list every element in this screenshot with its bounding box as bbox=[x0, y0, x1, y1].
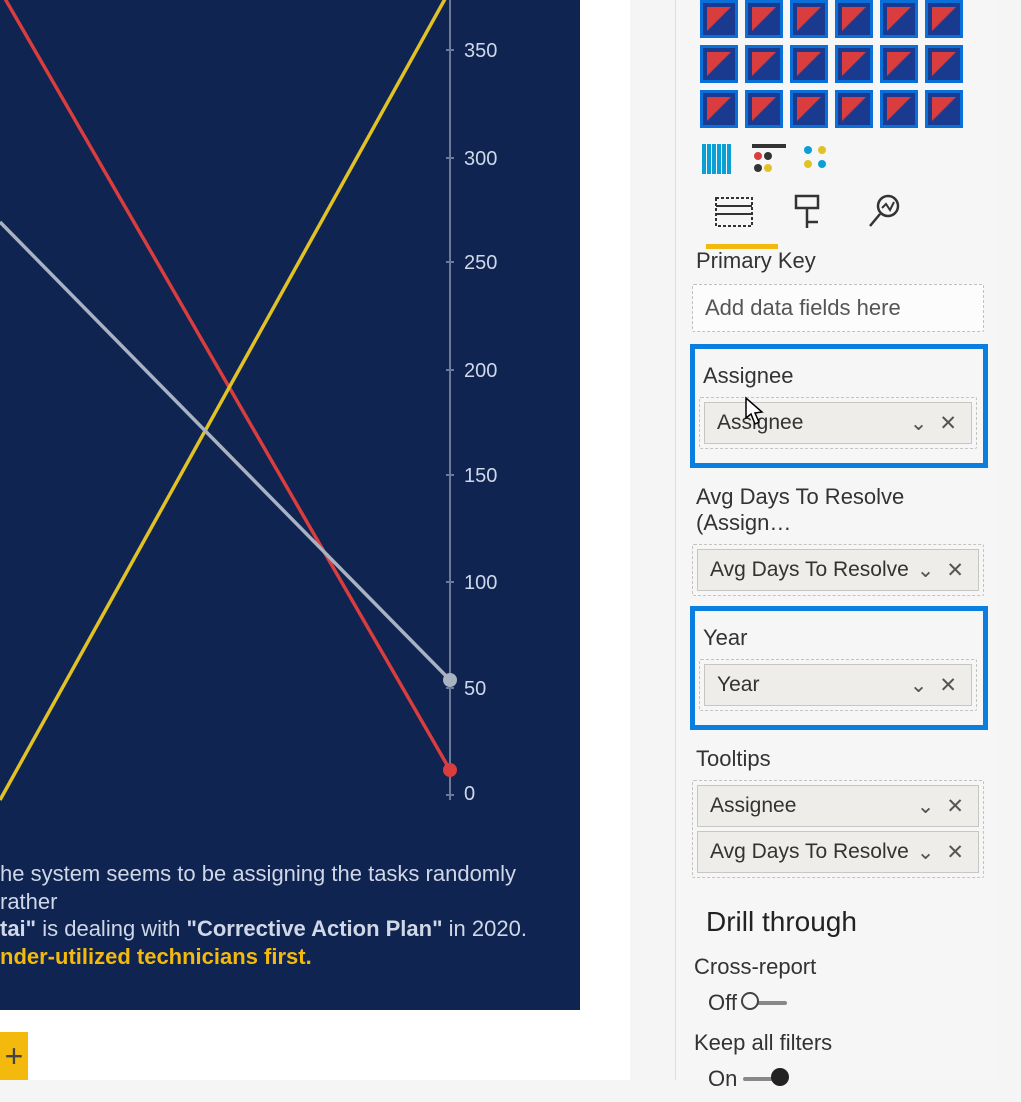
year-well-label: Year bbox=[699, 619, 979, 657]
matrix-icon[interactable] bbox=[752, 144, 786, 174]
visualizations-pane: Primary Key Add data fields here Assigne… bbox=[675, 0, 998, 1080]
chevron-down-icon[interactable]: ⌄ bbox=[911, 794, 941, 819]
field-value: Avg Days To Resolve bbox=[710, 558, 909, 582]
viz-tile[interactable] bbox=[790, 45, 828, 83]
chevron-down-icon[interactable]: ⌄ bbox=[904, 673, 934, 698]
avg-days-well-label: Avg Days To Resolve (Assign… bbox=[692, 478, 986, 542]
plus-icon: + bbox=[5, 1038, 24, 1075]
y-tick-label: 250 bbox=[464, 252, 497, 275]
active-tab-indicator bbox=[706, 244, 778, 249]
insight-line-3: nder-utilized technicians first. bbox=[0, 944, 312, 969]
report-canvas[interactable]: 350 300 250 200 150 100 50 0 he system s… bbox=[0, 0, 630, 1080]
viz-tile[interactable] bbox=[835, 45, 873, 83]
y-tick-label: 100 bbox=[464, 572, 497, 595]
viz-tile[interactable] bbox=[745, 90, 783, 128]
primary-key-dropzone[interactable]: Add data fields here bbox=[692, 284, 984, 332]
cross-report-toggle[interactable]: Off bbox=[694, 990, 986, 1016]
insight-line-2c: "Corrective Action Plan" bbox=[187, 916, 443, 941]
viz-tile[interactable] bbox=[700, 45, 738, 83]
toggle-state: On bbox=[708, 1066, 737, 1092]
visualization-type-grid bbox=[692, 0, 986, 138]
y-tick-label: 200 bbox=[464, 360, 497, 383]
viz-tile[interactable] bbox=[880, 90, 918, 128]
viz-tile[interactable] bbox=[880, 45, 918, 83]
viz-tile[interactable] bbox=[790, 90, 828, 128]
cross-report-label: Cross-report bbox=[694, 954, 986, 990]
field-value: Assignee bbox=[717, 411, 803, 435]
y-tick-label: 0 bbox=[464, 783, 475, 806]
y-tick-label: 350 bbox=[464, 40, 497, 63]
viz-tile[interactable] bbox=[745, 0, 783, 38]
tooltip-field-avgdays[interactable]: Avg Days To Resolve ⌄ ✕ bbox=[697, 831, 979, 873]
viz-tile[interactable] bbox=[880, 0, 918, 38]
keep-filters-toggle[interactable]: On bbox=[694, 1066, 986, 1092]
scatter-icon[interactable] bbox=[802, 144, 836, 174]
field-value: Year bbox=[717, 673, 759, 697]
chevron-down-icon[interactable]: ⌄ bbox=[904, 411, 934, 436]
insight-text: he system seems to be assigning the task… bbox=[0, 860, 580, 970]
field-value: Avg Days To Resolve bbox=[710, 840, 909, 864]
y-tick-label: 50 bbox=[464, 678, 486, 701]
year-well-highlight: Year Year ⌄ ✕ bbox=[690, 606, 988, 730]
add-page-button[interactable]: + bbox=[0, 1032, 28, 1080]
remove-field-icon[interactable]: ✕ bbox=[933, 673, 963, 698]
toggle-state: Off bbox=[708, 990, 737, 1016]
remove-field-icon[interactable]: ✕ bbox=[933, 411, 963, 436]
avg-days-field-well[interactable]: Avg Days To Resolve ⌄ ✕ bbox=[697, 549, 979, 591]
viz-tile[interactable] bbox=[835, 90, 873, 128]
y-tick-label: 300 bbox=[464, 148, 497, 171]
insight-line-2b: is dealing with bbox=[36, 916, 186, 941]
format-tab-icon[interactable] bbox=[788, 194, 828, 230]
viz-tile[interactable] bbox=[925, 90, 963, 128]
chevron-down-icon[interactable]: ⌄ bbox=[911, 840, 941, 865]
tooltips-well-label: Tooltips bbox=[692, 740, 986, 778]
remove-field-icon[interactable]: ✕ bbox=[940, 840, 970, 865]
year-field-well[interactable]: Year ⌄ ✕ bbox=[704, 664, 972, 706]
drill-through-header: Drill through bbox=[692, 888, 986, 950]
keep-filters-label: Keep all filters bbox=[694, 1030, 986, 1066]
insight-line-1: he system seems to be assigning the task… bbox=[0, 861, 516, 914]
small-multiples-icon[interactable] bbox=[702, 144, 736, 174]
field-value: Assignee bbox=[710, 794, 796, 818]
chevron-down-icon[interactable]: ⌄ bbox=[911, 558, 941, 583]
pane-tabs bbox=[692, 178, 986, 242]
tooltip-field-assignee[interactable]: Assignee ⌄ ✕ bbox=[697, 785, 979, 827]
line-chart-visual[interactable]: 350 300 250 200 150 100 50 0 he system s… bbox=[0, 0, 580, 1010]
fields-tab-icon[interactable] bbox=[714, 194, 754, 230]
remove-field-icon[interactable]: ✕ bbox=[940, 794, 970, 819]
viz-tile[interactable] bbox=[925, 0, 963, 38]
viz-tile[interactable] bbox=[835, 0, 873, 38]
viz-tile[interactable] bbox=[700, 0, 738, 38]
viz-tile[interactable] bbox=[925, 45, 963, 83]
assignee-well-highlight: Assignee Assignee ⌄ ✕ bbox=[690, 344, 988, 468]
assignee-field-well[interactable]: Assignee ⌄ ✕ bbox=[704, 402, 972, 444]
viz-tile[interactable] bbox=[745, 45, 783, 83]
viz-tile[interactable] bbox=[790, 0, 828, 38]
insight-line-2d: in 2020. bbox=[443, 916, 527, 941]
insight-line-2a: tai" bbox=[0, 916, 36, 941]
remove-field-icon[interactable]: ✕ bbox=[940, 558, 970, 583]
tooltips-dropzone[interactable]: Assignee ⌄ ✕ Avg Days To Resolve ⌄ ✕ bbox=[692, 780, 984, 878]
y-tick-label: 150 bbox=[464, 465, 497, 488]
assignee-well-label: Assignee bbox=[699, 357, 979, 395]
viz-tile[interactable] bbox=[700, 90, 738, 128]
analytics-tab-icon[interactable] bbox=[862, 194, 902, 230]
